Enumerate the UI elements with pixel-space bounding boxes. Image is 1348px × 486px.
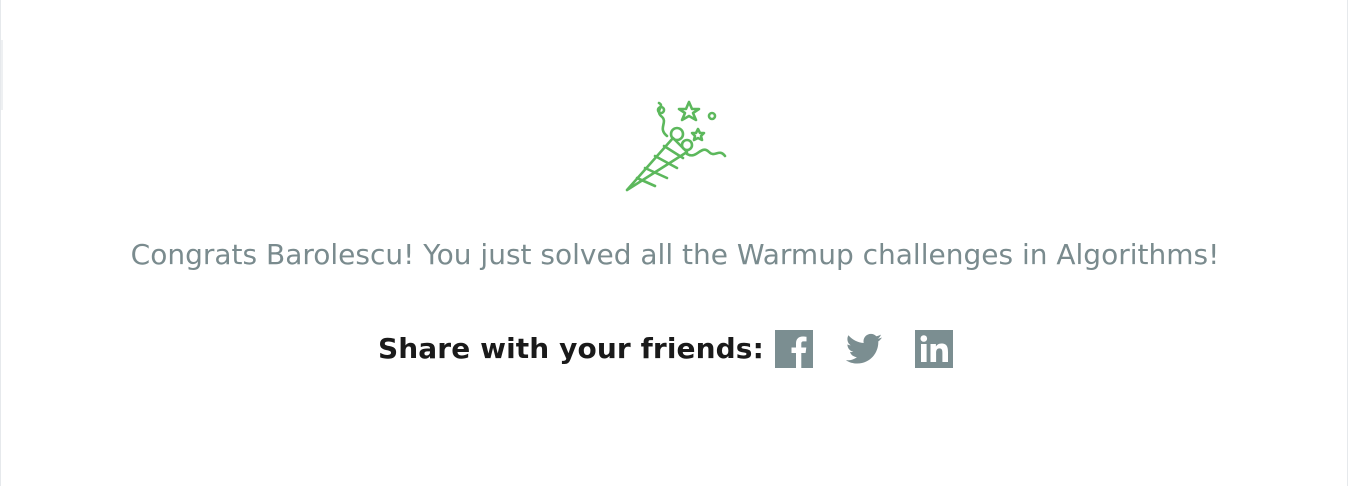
- completion-panel: Congrats Barolescu! You just solved all …: [0, 0, 1348, 486]
- facebook-icon[interactable]: [774, 328, 814, 368]
- congrats-message: Congrats Barolescu! You just solved all …: [130, 238, 1220, 271]
- share-row: Share with your friends:: [378, 327, 954, 369]
- panel-edge: [1, 40, 3, 110]
- party-popper-icon: [625, 100, 727, 192]
- linkedin-icon[interactable]: [914, 328, 954, 368]
- twitter-icon[interactable]: [844, 328, 884, 368]
- share-label: Share with your friends:: [378, 331, 764, 365]
